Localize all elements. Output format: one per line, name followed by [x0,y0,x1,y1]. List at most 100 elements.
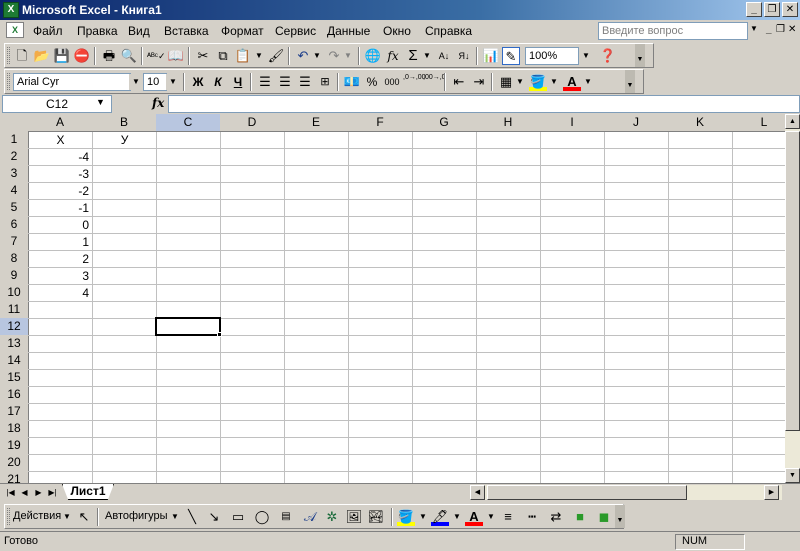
column-header-h[interactable]: H [476,114,540,131]
insert-function-icon[interactable]: fx [384,47,402,65]
column-header-i[interactable]: I [540,114,604,131]
menu-insert[interactable]: Вставка [164,24,209,38]
line-style-icon[interactable]: ≡ [499,508,517,526]
print-icon[interactable]: 🖶 [100,47,118,65]
row-header-14[interactable]: 14 [0,352,28,369]
menu-format[interactable]: Формат [221,24,264,38]
column-header-g[interactable]: G [412,114,476,131]
toolbar-options-icon[interactable]: ▼ [625,70,635,93]
column-header-f[interactable]: F [348,114,412,131]
menu-help[interactable]: Справка [425,24,472,38]
column-header-c[interactable]: C [156,114,220,131]
close-button[interactable]: ✕ [782,2,798,17]
diagram-icon[interactable]: ✲ [323,508,341,526]
row-header-12[interactable]: 12 [0,318,28,335]
row-header-9[interactable]: 9 [0,267,28,284]
ask-question-input[interactable]: Введите вопрос [598,22,748,40]
scroll-left-icon[interactable]: ◀ [470,485,485,500]
horizontal-scroll-thumb[interactable] [487,485,687,500]
help-icon[interactable]: ❓ [599,47,617,65]
first-sheet-icon[interactable]: |◀ [4,486,17,499]
chart-wizard-icon[interactable]: 📊 [482,47,500,65]
doc-minimize-button[interactable]: _ [766,24,772,35]
align-left-icon[interactable]: ☰ [256,73,274,91]
fill-color-icon[interactable]: 🪣 [529,73,547,91]
row-header-4[interactable]: 4 [0,182,28,199]
drawing-icon[interactable]: ✎ [502,47,520,65]
dash-style-icon[interactable]: ┅ [523,508,541,526]
cell-a3[interactable]: -3 [29,166,92,183]
row-header-1[interactable]: 1 [0,131,28,148]
row-header-2[interactable]: 2 [0,148,28,165]
clipart-icon[interactable]: 🖼 [345,508,363,526]
increase-indent-icon[interactable]: ⇥ [470,73,488,91]
row-header-19[interactable]: 19 [0,437,28,454]
toolbar-grip[interactable] [7,47,10,64]
autosum-dropdown-icon[interactable]: ▼ [420,48,434,64]
thousands-button[interactable]: 000 [383,73,401,91]
workbook-icon[interactable]: X [6,22,24,38]
increase-decimal-button[interactable]: ,0→,00 [403,73,426,91]
cell-a6[interactable]: 0 [29,217,92,234]
next-sheet-icon[interactable]: ▶ [32,486,45,499]
cut-icon[interactable]: ✂ [194,47,212,65]
decrease-decimal-button[interactable]: ,00→,0 [423,73,446,91]
last-sheet-icon[interactable]: ▶| [46,486,59,499]
row-header-3[interactable]: 3 [0,165,28,182]
maximize-button[interactable]: ❐ [764,2,780,17]
sheet-tab-1[interactable]: Лист1 [62,484,114,500]
sort-descending-icon[interactable]: Я↓ [455,47,473,65]
row-header-21[interactable]: 21 [0,471,28,483]
name-box-dropdown-icon[interactable]: ▼ [96,97,105,107]
font-color-icon[interactable]: A [465,508,483,526]
column-header-a[interactable]: A [28,114,92,131]
format-painter-icon[interactable]: 🖌 [267,47,285,65]
paste-dropdown-icon[interactable]: ▼ [252,48,266,64]
menu-window[interactable]: Окно [383,24,411,38]
spelling-icon[interactable]: ᴬᴮᶜ✓ [147,47,166,65]
paste-icon[interactable]: 📋 [234,47,252,65]
font-size-dropdown-icon[interactable]: ▼ [166,74,180,90]
font-color-dropdown-icon[interactable]: ▼ [487,512,495,521]
toolbar-grip[interactable] [7,508,10,525]
cell-a4[interactable]: -2 [29,183,92,200]
oval-icon[interactable]: ◯ [253,508,271,526]
row-header-10[interactable]: 10 [0,284,28,301]
shadow-style-icon[interactable]: ■ [571,508,589,526]
insert-function-button[interactable]: fx [152,96,164,110]
row-header-17[interactable]: 17 [0,403,28,420]
fill-handle[interactable] [217,332,222,337]
row-header-5[interactable]: 5 [0,199,28,216]
borders-dropdown-icon[interactable]: ▼ [513,74,527,90]
row-header-7[interactable]: 7 [0,233,28,250]
merge-center-icon[interactable]: ⊞ [316,73,334,91]
row-header-18[interactable]: 18 [0,420,28,437]
copy-icon[interactable]: ⧉ [214,47,232,65]
percent-button[interactable]: % [363,73,381,91]
row-header-13[interactable]: 13 [0,335,28,352]
currency-icon[interactable]: 💶 [343,73,361,91]
menu-data[interactable]: Данные [327,24,370,38]
underline-button[interactable]: Ч [229,73,247,91]
wordart-icon[interactable]: 𝒜 [301,508,319,526]
cell-a5[interactable]: -1 [29,200,92,217]
cell-b1[interactable]: У [93,132,156,149]
arrow-style-icon[interactable]: ⇄ [547,508,565,526]
font-color-icon[interactable]: A [563,73,581,91]
toolbar-grip[interactable] [7,73,10,90]
fill-color-dropdown-icon[interactable]: ▼ [547,74,561,90]
cell-a10[interactable]: 4 [29,285,92,302]
column-header-e[interactable]: E [284,114,348,131]
worksheet-grid[interactable]: A B C D E F G H I J K L 1 2 3 4 5 6 7 8 9 10 11 12 13 14 15 16 17 18 1… [0,114,785,483]
vertical-scrollbar[interactable]: ▲ ▼ [785,114,800,483]
row-header-20[interactable]: 20 [0,454,28,471]
hyperlink-icon[interactable]: 🌐 [364,47,382,65]
row-header-6[interactable]: 6 [0,216,28,233]
line-color-dropdown-icon[interactable]: ▼ [453,512,461,521]
cell-a9[interactable]: 3 [29,268,92,285]
active-cell-selection[interactable] [155,317,221,336]
line-icon[interactable]: ╲ [183,508,201,526]
column-header-j[interactable]: J [604,114,668,131]
undo-dropdown-icon[interactable]: ▼ [310,48,324,64]
formula-input[interactable] [168,95,800,113]
